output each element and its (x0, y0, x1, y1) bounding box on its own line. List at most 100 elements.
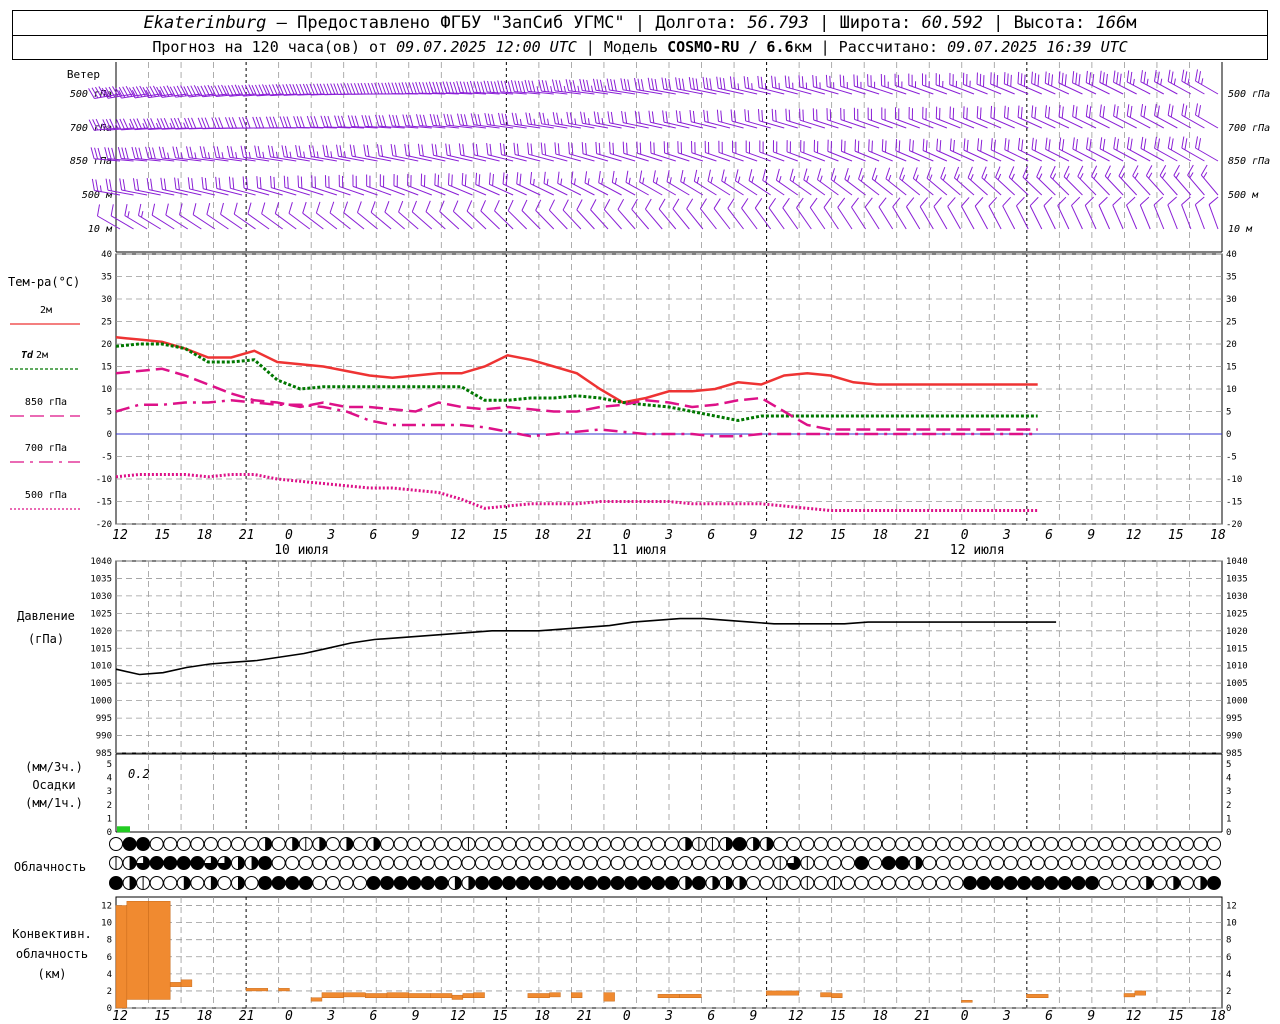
wind-barb (557, 171, 582, 196)
cloud-symbol-fill (685, 837, 692, 851)
cloud-symbol (610, 837, 625, 851)
cloud-symbol (624, 837, 639, 851)
cloud-symbol-fill (489, 876, 503, 890)
wind-barb-flag (368, 115, 373, 127)
wind-barb-staff (393, 185, 419, 196)
wind-barb-flag (1126, 196, 1136, 206)
cloud-symbol-fill (1004, 876, 1018, 890)
wind-barb (1072, 104, 1097, 129)
wind-barb-staff (557, 182, 582, 196)
wind-barb (1140, 104, 1165, 129)
wind-barb-staff (609, 89, 636, 95)
wind-barb-staff (950, 149, 975, 162)
wind-barb (1072, 71, 1097, 95)
cloud-symbol-fill (1017, 876, 1031, 890)
cloud-symbol (691, 856, 706, 870)
wind-barb-staff (1016, 205, 1029, 230)
wind-barb-flag (785, 108, 787, 121)
wind-barb-flag (757, 75, 760, 88)
wind-barb-staff (677, 121, 704, 129)
wind-barb-flag (576, 199, 583, 211)
wind-barb-staff (325, 186, 351, 196)
wind-barb-flag (706, 110, 709, 123)
wind-barb-staff (892, 206, 907, 230)
wind-barb-flag (452, 200, 459, 212)
wind-barb (1017, 71, 1042, 95)
cloud-symbol-fill (597, 876, 611, 890)
wind-barb-staff (773, 151, 798, 162)
cloud-symbol (583, 856, 598, 870)
x-tick-label-bottom: 0 (285, 1009, 293, 1024)
wind-barb-staff (631, 208, 650, 230)
x-day-label: 11 июля (612, 543, 667, 558)
wind-barb-staff (1045, 148, 1070, 162)
cloud-symbol (854, 876, 869, 890)
wind-barb-staff (690, 88, 717, 95)
wind-barb-flag (829, 109, 832, 121)
legend-td2m-b: 2м (36, 350, 48, 361)
wind-barb-flag (295, 145, 299, 157)
wind-barb-flag (897, 74, 900, 87)
y-tick-label-left: 2 (107, 987, 112, 997)
wind-barb-flag (1132, 165, 1139, 177)
wind-barb-staff (799, 119, 826, 129)
cloud-symbol (569, 837, 584, 851)
wind-barb-staff (148, 189, 175, 196)
wind-barb (1049, 165, 1070, 196)
wind-barb-flag (480, 81, 485, 94)
wind-barb-flag (653, 142, 655, 155)
cloud-symbol (231, 837, 245, 851)
x-tick-label-top: 6 (369, 528, 377, 543)
convective-bar (1134, 990, 1146, 996)
wind-barb-flag (425, 200, 431, 212)
wind-barb-flag (146, 177, 150, 190)
convective-bar (365, 993, 388, 999)
wind-barb-flag (1208, 196, 1219, 205)
y-tick-label-left: 1035 (90, 574, 112, 584)
cloud-symbol (813, 876, 828, 890)
wind-barb-staff (571, 182, 595, 196)
y-tick-label-right: 1015 (1226, 644, 1248, 654)
wind-barb-staff (1077, 176, 1097, 196)
wind-barb-flag (853, 107, 856, 120)
wind-barb (823, 197, 839, 230)
wind-barb (279, 116, 310, 129)
wind-barb (617, 198, 636, 230)
wind-barb-staff (639, 181, 663, 196)
wind-barb-flag (409, 114, 414, 127)
wind-barb-flag (585, 143, 587, 155)
y-tick-label-left: 12 (101, 902, 112, 912)
x-tick-label-bottom: 0 (623, 1009, 631, 1024)
y-tick-label-left: 10 (101, 385, 112, 395)
cloud-symbol-fill (570, 876, 584, 890)
wind-barb-staff (596, 153, 622, 162)
wind-barb-flag (572, 80, 577, 92)
wind-barb-flag (531, 80, 536, 93)
wind-barb-flag (314, 176, 316, 189)
y-tick-label-left: 995 (96, 714, 112, 724)
wind-barb (110, 204, 134, 230)
wind-barb-flag (369, 175, 371, 188)
cloud-symbol-fill (129, 876, 137, 890)
cloud-symbol (651, 856, 666, 870)
wind-barb-flag (521, 81, 526, 93)
wind-barb (1187, 164, 1205, 196)
temp-series-line (115, 367, 1038, 431)
wind-barb-staff (705, 152, 731, 162)
wind-barb (1194, 69, 1219, 95)
wind-barb-flag (394, 82, 400, 94)
wind-barb-flag (774, 76, 777, 89)
legend-label: 500 гПа (25, 490, 67, 501)
wind-barb (988, 197, 1002, 230)
wind-barb-flag (733, 77, 736, 89)
wind-barb-flag (364, 82, 370, 95)
wind-barb-flag (1008, 166, 1015, 178)
wind-barb-flag (228, 176, 231, 189)
wind-barb-staff (758, 87, 785, 95)
cloud-symbol (935, 837, 950, 851)
wind-level-label-left: 10 м (88, 224, 113, 235)
wind-barb-staff (1154, 147, 1178, 162)
wind-barb-flag (151, 203, 156, 216)
wind-barb-flag (621, 111, 624, 123)
y-tick-label-right: 40 (1226, 250, 1237, 260)
